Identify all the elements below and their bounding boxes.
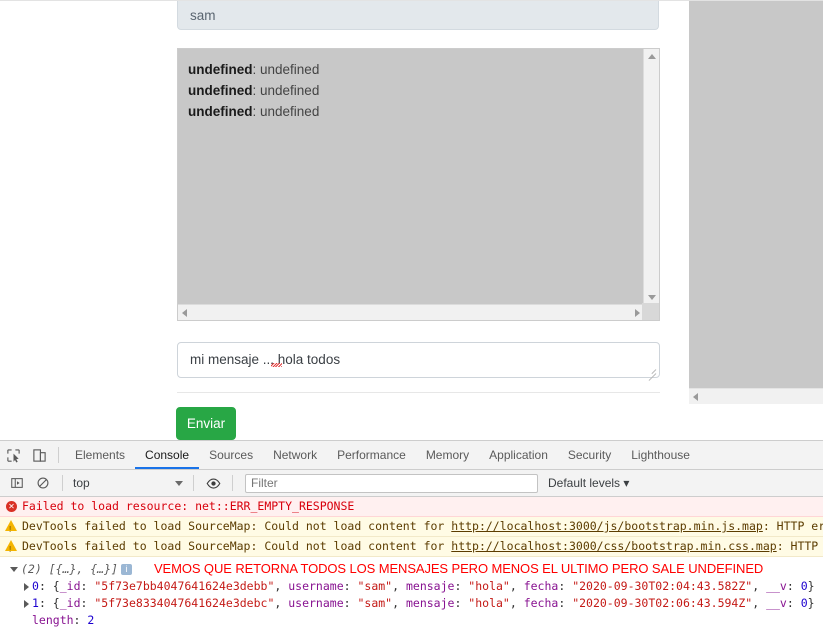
console-error-row[interactable]: ✕ Failed to load resource: net::ERR_EMPT… xyxy=(0,497,823,517)
entry-index: 1 xyxy=(32,596,39,610)
messages-list-box: undefined: undefined undefined: undefine… xyxy=(177,48,660,321)
inspect-element-icon[interactable] xyxy=(0,442,26,468)
console-warning-row[interactable]: DevTools failed to load SourceMap: Could… xyxy=(0,537,823,557)
entry-id: "5f73e8334047641624e3debc" xyxy=(94,596,275,610)
console-array-log-row[interactable]: (2) [{…}, {…}] i VEMOS QUE RETORNA TODOS L… xyxy=(0,557,823,630)
tab-sources[interactable]: Sources xyxy=(199,441,263,469)
entry-username: "sam" xyxy=(357,596,393,610)
tab-network[interactable]: Network xyxy=(263,441,327,469)
entry-v: 0 xyxy=(800,596,808,610)
message-item: undefined: undefined xyxy=(188,80,634,101)
warning-text-suffix: : HTTP error: xyxy=(762,519,823,533)
warning-text-prefix: DevTools failed to load SourceMap: Could… xyxy=(22,519,452,533)
clear-console-icon[interactable] xyxy=(30,470,56,496)
tab-memory[interactable]: Memory xyxy=(416,441,479,469)
message-username: undefined xyxy=(188,104,253,119)
message-colon: : xyxy=(252,83,261,98)
warning-icon xyxy=(5,540,17,556)
message-colon: : xyxy=(252,62,261,77)
device-toolbar-icon[interactable] xyxy=(26,442,52,468)
execution-context-label: top xyxy=(73,475,90,490)
array-count: (2) xyxy=(21,562,42,576)
scroll-up-arrow-icon[interactable] xyxy=(648,54,656,59)
message-username: undefined xyxy=(188,62,253,77)
entry-v: 0 xyxy=(800,579,808,593)
message-text: undefined xyxy=(260,104,320,119)
console-sidebar-toggle-icon[interactable] xyxy=(4,470,30,496)
message-text: undefined xyxy=(260,83,320,98)
message-item: undefined: undefined xyxy=(188,101,634,122)
scroll-left-arrow-icon[interactable] xyxy=(182,309,187,317)
sourcemap-link[interactable]: http://localhost:3000/css/bootstrap.min.… xyxy=(451,539,776,553)
message-textarea[interactable] xyxy=(177,342,660,378)
length-label: length xyxy=(32,613,74,627)
tab-console[interactable]: Console xyxy=(135,441,199,469)
expand-triangle-icon[interactable] xyxy=(24,582,29,591)
toolbar-separator xyxy=(58,447,59,463)
error-icon: ✕ xyxy=(6,501,17,512)
sourcemap-link[interactable]: http://localhost:3000/js/bootstrap.min.j… xyxy=(451,519,763,533)
filterbar-separator-2 xyxy=(193,475,194,491)
message-text: undefined xyxy=(260,62,320,77)
expand-triangle-icon[interactable] xyxy=(10,567,18,572)
array-summary-line[interactable]: (2) [{…}, {…}] i VEMOS QUE RETORNA TODOS L… xyxy=(0,560,823,578)
messages-vertical-scrollbar[interactable] xyxy=(643,49,659,305)
scroll-right-arrow-icon[interactable] xyxy=(635,309,640,317)
execution-context-select[interactable]: top xyxy=(69,474,187,493)
warning-icon xyxy=(5,520,17,536)
entry-id: "5f73e7bb4047641624e3debb" xyxy=(94,579,275,593)
array-entry-row[interactable]: 1: {_id: "5f73e8334047641624e3debc", use… xyxy=(0,595,823,612)
entry-fecha: "2020-09-30T02:04:43.582Z" xyxy=(572,579,753,593)
console-warning-row[interactable]: DevTools failed to load SourceMap: Could… xyxy=(0,517,823,537)
message-item: undefined: undefined xyxy=(188,59,634,80)
page-right-horizontal-scrollbar[interactable] xyxy=(689,388,823,404)
scroll-left-arrow-icon[interactable] xyxy=(693,393,698,401)
scrollbar-corner xyxy=(642,303,659,320)
length-value: 2 xyxy=(87,613,95,627)
messages-horizontal-scrollbar[interactable] xyxy=(178,304,644,320)
tab-performance[interactable]: Performance xyxy=(327,441,416,469)
warning-text-suffix: : HTTP error xyxy=(776,539,823,553)
log-levels-dropdown[interactable]: Default levels ▾ xyxy=(548,476,629,490)
expand-triangle-icon[interactable] xyxy=(24,599,29,608)
scroll-down-arrow-icon[interactable] xyxy=(648,295,656,300)
array-preview-space xyxy=(42,562,49,576)
info-badge-icon[interactable]: i xyxy=(120,564,132,575)
red-annotation-text: VEMOS QUE RETORNA TODOS LOS MENSAJES PER… xyxy=(153,561,764,576)
send-button[interactable]: Enviar xyxy=(176,407,236,440)
browser-page-viewport: undefined: undefined undefined: undefine… xyxy=(0,0,823,440)
array-entry-row[interactable]: 0: {_id: "5f73e7bb4047641624e3debb", use… xyxy=(0,578,823,595)
console-messages: ✕ Failed to load resource: net::ERR_EMPT… xyxy=(0,497,823,630)
devtools-tabbar: Elements Console Sources Network Perform… xyxy=(0,441,823,470)
entry-mensaje: "hola" xyxy=(468,596,510,610)
entry-mensaje: "hola" xyxy=(468,579,510,593)
devtools-panel: Elements Console Sources Network Perform… xyxy=(0,440,823,630)
message-username: undefined xyxy=(188,83,253,98)
console-settings-eye-icon[interactable] xyxy=(200,470,226,496)
form-divider xyxy=(177,392,660,393)
tab-security[interactable]: Security xyxy=(558,441,621,469)
entry-username: "sam" xyxy=(357,579,393,593)
entry-index: 0 xyxy=(32,579,39,593)
messages-list: undefined: undefined undefined: undefine… xyxy=(178,49,644,305)
warning-text-prefix: DevTools failed to load SourceMap: Could… xyxy=(22,539,452,553)
array-preview: [{…}, {…}] xyxy=(48,562,118,576)
username-input[interactable] xyxy=(177,1,659,30)
filterbar-separator-3 xyxy=(232,475,233,491)
console-filterbar: top Default levels ▾ xyxy=(0,470,823,497)
tab-lighthouse[interactable]: Lighthouse xyxy=(621,441,700,469)
page-right-panel xyxy=(689,0,823,388)
console-error-text: Failed to load resource: net::ERR_EMPTY_… xyxy=(22,499,355,513)
console-filter-input[interactable] xyxy=(245,473,538,493)
message-colon: : xyxy=(252,104,261,119)
entry-fecha: "2020-09-30T02:06:43.594Z" xyxy=(572,596,753,610)
chevron-down-icon xyxy=(175,480,183,486)
filterbar-separator xyxy=(62,475,63,491)
tab-elements[interactable]: Elements xyxy=(65,441,135,469)
array-length-row: length: 2 xyxy=(32,613,95,627)
tab-application[interactable]: Application xyxy=(479,441,558,469)
